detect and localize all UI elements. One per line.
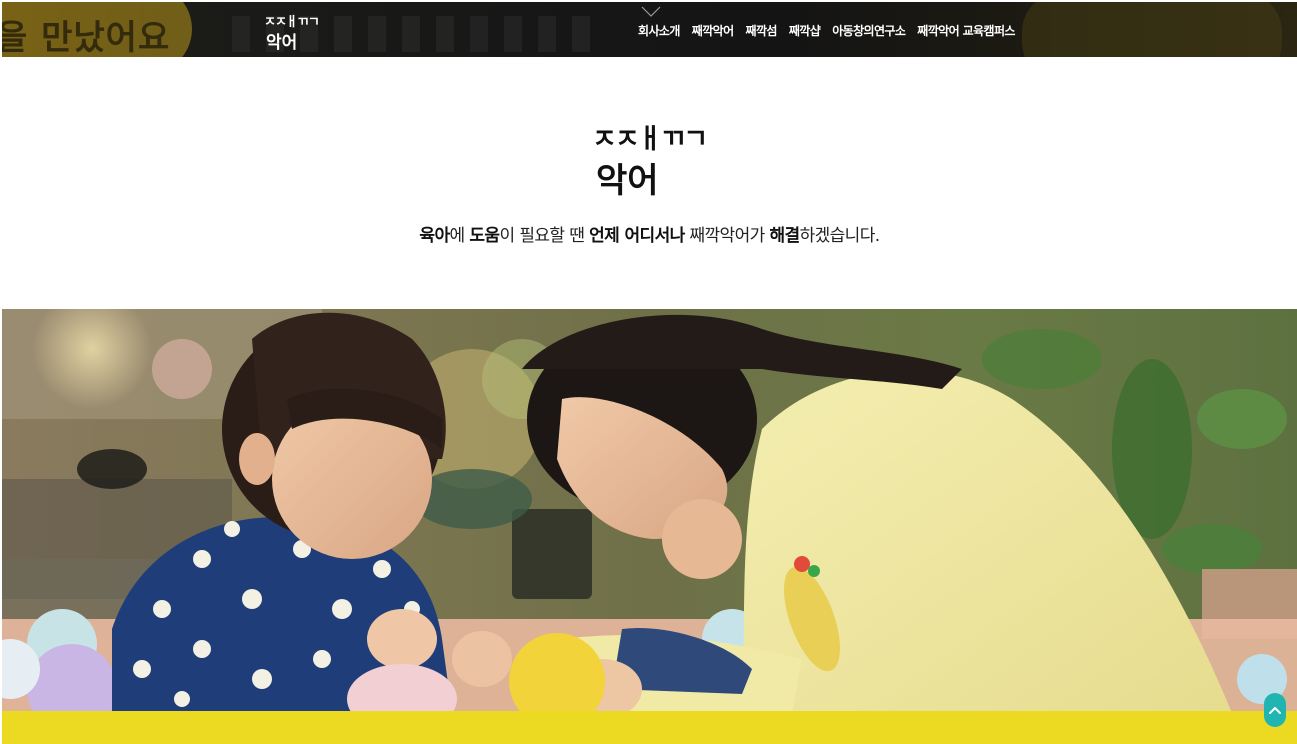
brand-logo: ㅈㅈㅐㄲㄱ 악어 — [592, 117, 714, 201]
header-logo[interactable]: ㅈㅈㅐㄲㄱ 악어 — [264, 11, 320, 53]
yellow-band — [2, 711, 1297, 744]
tagline-part: 해결 — [769, 226, 800, 246]
site-header: 을 만났어요 ㅈㅈㅐㄲㄱ 악어 회사소개 째깍악어 째깍섬 째깍샵 아동창의연구… — [2, 2, 1297, 57]
nav-item-creativity-lab[interactable]: 아동창의연구소 — [832, 22, 906, 40]
chevron-down-icon — [641, 6, 661, 17]
tagline-part: 에 — [449, 226, 470, 246]
scroll-top-button[interactable] — [1264, 693, 1286, 727]
tagline-part: 언제 어디서나 — [589, 226, 685, 246]
tagline-part: 하겠습니다. — [799, 226, 881, 246]
tagline-part: 육아 — [419, 226, 450, 246]
main-nav: 회사소개 째깍악어 째깍섬 째깍샵 아동창의연구소 째깍악어 교육캠퍼스 — [638, 22, 1027, 40]
intro-section: ㅈㅈㅐㄲㄱ 악어 육아에 도움이 필요할 땐 언제 어디서나 째깍악어가 해결하… — [2, 57, 1297, 309]
tagline: 육아에 도움이 필요할 땐 언제 어디서나 째깍악어가 해결하겠습니다. — [2, 221, 1297, 246]
tagline-part: 도움 — [469, 226, 500, 246]
header-background-text: 을 만났어요 — [2, 18, 171, 57]
hero-photo — [2, 309, 1297, 713]
header-background-shape-right — [1022, 2, 1282, 57]
nav-item-company[interactable]: 회사소개 — [638, 22, 680, 40]
tagline-part: 이 필요할 땐 — [499, 226, 590, 246]
nav-item-jjaekkak-island[interactable]: 째깍섬 — [746, 22, 778, 40]
nav-item-jjaekkak-shop[interactable]: 째깍샵 — [789, 22, 821, 40]
photo-mother-and-child — [2, 309, 1297, 713]
nav-item-jjaekkak-akeo[interactable]: 째깍악어 — [692, 22, 734, 40]
page: 을 만났어요 ㅈㅈㅐㄲㄱ 악어 회사소개 째깍악어 째깍섬 째깍샵 아동창의연구… — [2, 2, 1297, 744]
header-logo-line2: 악어 — [266, 33, 298, 53]
tagline-part: 째깍악어가 — [684, 226, 770, 246]
nav-item-education-campus[interactable]: 째깍악어 교육캠퍼스 — [917, 22, 1015, 40]
brand-logo-line2: 악어 — [596, 161, 659, 201]
brand-logo-line1: ㅈㅈㅐㄲㄱ — [592, 124, 708, 155]
chevron-up-icon — [1269, 707, 1281, 714]
